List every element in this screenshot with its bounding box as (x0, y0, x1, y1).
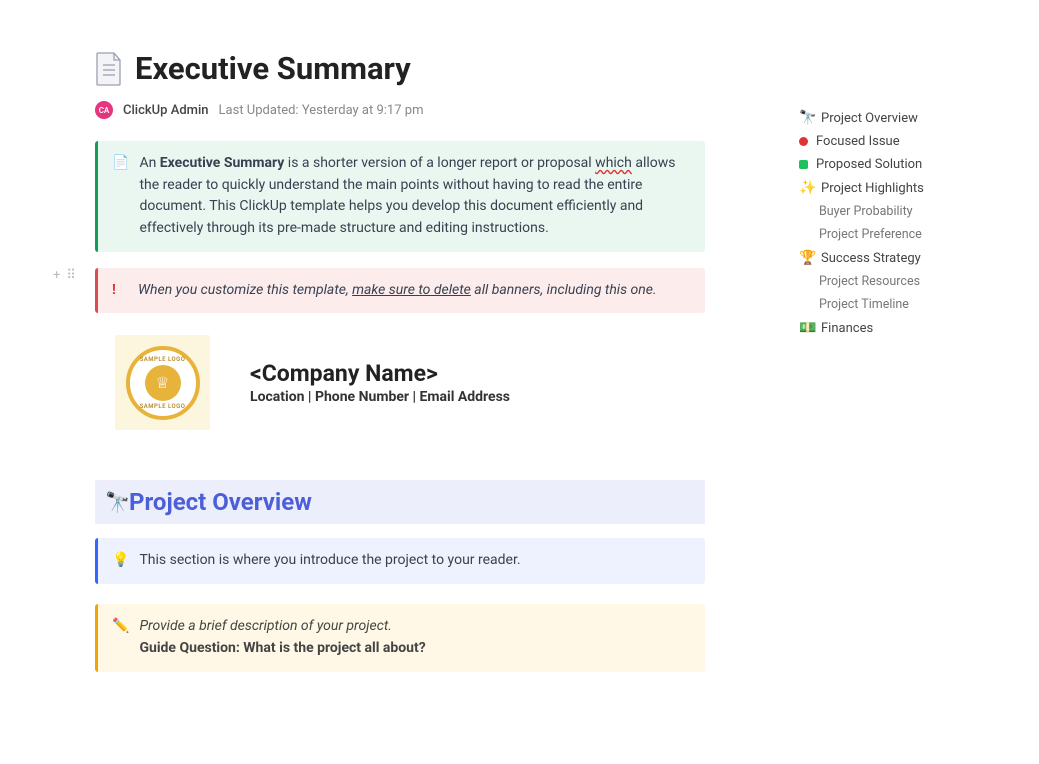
company-block[interactable]: SAMPLE LOGO ♕ SAMPLE LOGO <Company Name>… (115, 335, 705, 430)
author-name[interactable]: ClickUp Admin (123, 103, 209, 118)
outline-item-project-preference[interactable]: Project Preference (799, 223, 999, 246)
add-block-icon[interactable]: + (53, 268, 60, 283)
warning-text: When you customize this template, make s… (138, 280, 687, 302)
drag-handle-icon[interactable]: ⠿ (66, 268, 76, 283)
telescope-icon: 🔭 (105, 490, 119, 514)
section-title: Project Overview (129, 488, 312, 516)
company-subline[interactable]: Location | Phone Number | Email Address (250, 389, 510, 405)
document-icon (95, 52, 123, 86)
money-icon: 💵 (799, 320, 813, 336)
red-dot-icon (799, 137, 808, 146)
outline-label: Project Highlights (821, 181, 924, 196)
outline-label: Finances (821, 321, 873, 336)
outline-label: Project Resources (819, 274, 920, 289)
trophy-icon: 🏆 (799, 250, 813, 266)
outline-item-finances[interactable]: 💵 Finances (799, 316, 999, 340)
note-icon: 📄 (112, 153, 129, 240)
outline-item-project-overview[interactable]: 🔭 Project Overview (799, 106, 999, 130)
company-info: <Company Name> Location | Phone Number |… (250, 360, 510, 405)
overview-guide-banner[interactable]: ✏️ Provide a brief description of your p… (95, 604, 705, 671)
telescope-icon: 🔭 (799, 110, 813, 126)
intro-banner[interactable]: 📄 An Executive Summary is a shorter vers… (95, 141, 705, 252)
overview-tip-banner[interactable]: 💡 This section is where you introduce th… (95, 538, 705, 584)
outline-label: Proposed Solution (816, 157, 922, 172)
outline-sidebar: 🔭 Project Overview Focused Issue Propose… (799, 106, 999, 340)
title-row: Executive Summary (95, 50, 705, 87)
page-title[interactable]: Executive Summary (135, 50, 411, 87)
author-avatar[interactable]: CA (95, 101, 113, 119)
sample-logo-icon: SAMPLE LOGO ♕ SAMPLE LOGO (126, 346, 200, 420)
warning-banner[interactable]: ! When you customize this template, make… (95, 268, 705, 314)
outline-label: Project Timeline (819, 297, 909, 312)
overview-guide-text: Provide a brief description of your proj… (139, 616, 687, 659)
section-header-overview[interactable]: 🔭 Project Overview (95, 480, 705, 524)
outline-label: Success Strategy (821, 251, 921, 266)
sparkle-icon: ✨ (799, 180, 813, 196)
overview-tip-text: This section is where you introduce the … (139, 550, 687, 572)
exclamation-icon: ! (112, 280, 128, 302)
outline-item-project-timeline[interactable]: Project Timeline (799, 293, 999, 316)
outline-item-buyer-probability[interactable]: Buyer Probability (799, 200, 999, 223)
company-name[interactable]: <Company Name> (250, 360, 510, 387)
outline-label: Buyer Probability (819, 204, 913, 219)
outline-label: Project Overview (821, 111, 918, 126)
bulb-icon: 💡 (112, 550, 129, 572)
outline-item-project-resources[interactable]: Project Resources (799, 270, 999, 293)
intro-text: An Executive Summary is a shorter versio… (139, 153, 687, 240)
document-main: Executive Summary CA ClickUp Admin Last … (95, 50, 705, 688)
outline-label: Focused Issue (816, 134, 900, 149)
outline-item-proposed-solution[interactable]: Proposed Solution (799, 153, 999, 176)
outline-item-project-highlights[interactable]: ✨ Project Highlights (799, 176, 999, 200)
outline-item-success-strategy[interactable]: 🏆 Success Strategy (799, 246, 999, 270)
pencil-icon: ✏️ (112, 616, 129, 659)
outline-label: Project Preference (819, 227, 922, 242)
block-handle[interactable]: + ⠿ (53, 268, 76, 283)
outline-item-focused-issue[interactable]: Focused Issue (799, 130, 999, 153)
green-square-icon (799, 160, 808, 169)
last-updated: Last Updated: Yesterday at 9:17 pm (219, 103, 424, 118)
logo-box: SAMPLE LOGO ♕ SAMPLE LOGO (115, 335, 210, 430)
meta-row: CA ClickUp Admin Last Updated: Yesterday… (95, 101, 705, 119)
